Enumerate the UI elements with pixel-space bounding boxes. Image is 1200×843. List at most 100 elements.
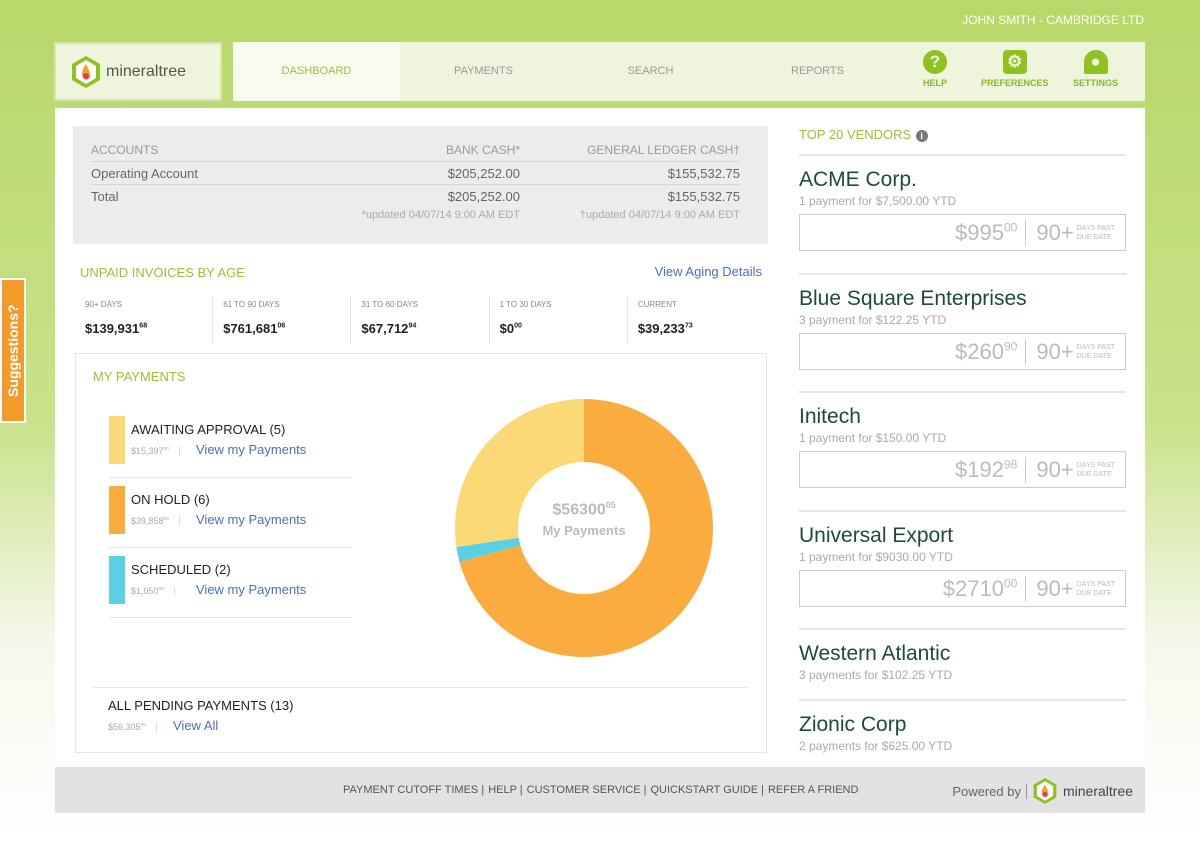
- vendor-divider: [799, 510, 1126, 512]
- vendor-item[interactable]: Western Atlantic 3 payments for $102.25 Y…: [799, 642, 1126, 682]
- vendor-due-box: $19298 90+ DAYS PAST DUE DATE: [799, 451, 1126, 488]
- vendor-item[interactable]: Blue Square Enterprises 3 payment for $12…: [799, 287, 1126, 370]
- info-icon[interactable]: i: [915, 130, 928, 142]
- cents: 00: [1003, 220, 1018, 235]
- all-pending: ALL PENDING PAYMENTS (13) $56,30505 View…: [93, 687, 748, 733]
- help-button[interactable]: ? HELP: [923, 50, 947, 88]
- preferences-label: PREFERENCES: [981, 78, 1049, 88]
- footer-link[interactable]: QUICKSTART GUIDE |: [650, 784, 764, 796]
- accounts-header: ACCOUNTS BANK CASH* GENERAL LEDGER CASH†: [91, 139, 740, 162]
- payment-status-item: ON HOLD (6) $39,85805 View my Payments: [109, 478, 352, 548]
- days-label: DAYS PAST DUE DATE: [1077, 224, 1115, 242]
- aging-item: 31 TO 60 DAYS $67,71294: [351, 296, 490, 344]
- days-label-1: DAYS PAST: [1076, 461, 1115, 469]
- vendors-title: TOP 20 VENDORS: [799, 127, 912, 142]
- view-my-payments-link[interactable]: View my Payments: [196, 582, 306, 597]
- footer-link[interactable]: HELP |: [488, 784, 522, 796]
- preferences-button[interactable]: ⚙ PREFERENCES: [981, 50, 1049, 88]
- view-my-payments-link[interactable]: View my Payments: [196, 512, 306, 527]
- powered-by: Powered by mineraltree: [952, 777, 1133, 805]
- col-bank-cash: BANK CASH*: [445, 143, 520, 157]
- view-all-link[interactable]: View All: [173, 718, 218, 733]
- vendor-ytd: 1 payment for $9030.00 YTD: [799, 550, 953, 564]
- vendor-item[interactable]: ACME Corp. 1 payment for $7,500.00 YTD $99…: [799, 168, 1126, 251]
- aging-label: CURRENT: [637, 300, 677, 309]
- nav-dashboard[interactable]: DASHBOARD: [233, 42, 400, 101]
- footer-link[interactable]: PAYMENT CUTOFF TIMES |: [343, 784, 484, 796]
- aging-item: 1 TO 30 DAYS $000: [490, 296, 628, 344]
- settings-label: SETTINGS: [1073, 78, 1119, 88]
- nav-payments[interactable]: PAYMENTS: [400, 42, 567, 101]
- nav-search[interactable]: SEARCH: [567, 42, 734, 101]
- amount: $761,681: [223, 321, 278, 336]
- gl-updated: †updated 04/07/14 9:00 AM EDT: [579, 209, 740, 221]
- nav-reports[interactable]: REPORTS: [734, 42, 901, 101]
- view-my-payments-link[interactable]: View my Payments: [196, 442, 306, 457]
- status-title: ON HOLD (6): [131, 492, 210, 507]
- donut-total: $5630005: [552, 500, 616, 519]
- powered-by-label: Powered by: [952, 783, 1027, 799]
- aging-value: $000: [500, 321, 627, 336]
- footer-link[interactable]: CUSTOMER SERVICE |: [527, 784, 647, 796]
- aging-summary: 90+ DAYS $139,93168 61 TO 90 DAYS $761,6810…: [75, 296, 765, 344]
- amount: $192: [955, 456, 1004, 482]
- vendor-ytd: 3 payments for $102.25 YTD: [799, 668, 953, 682]
- days-label-1: DAYS PAST: [1076, 343, 1115, 351]
- vendor-name: Zionic Corp: [799, 713, 907, 736]
- payment-status-item: AWAITING APPROVAL (5) $15,39700 View my Pa…: [109, 408, 352, 478]
- cents: 90: [1003, 339, 1018, 354]
- days-label: DAYS PAST DUE DATE: [1077, 580, 1115, 598]
- days-label-1: DAYS PAST: [1076, 224, 1115, 232]
- aging-label: 61 TO 90 DAYS: [223, 300, 280, 309]
- due-amount: $99500: [955, 219, 1027, 246]
- col-accounts: ACCOUNTS: [91, 143, 159, 157]
- suggestions-tab[interactable]: Suggestions?: [0, 278, 26, 423]
- mineraltree-logo-icon: [1033, 778, 1057, 804]
- amount: $39,858: [131, 516, 164, 526]
- vendor-divider: [799, 273, 1126, 275]
- logo[interactable]: mineraltree: [54, 42, 222, 101]
- days-past-due: 90+: [1036, 219, 1074, 245]
- amount: $15,397: [131, 446, 164, 456]
- vendor-item[interactable]: Zionic Corp 2 payments for $625.00 YTD: [799, 713, 1126, 753]
- user-account[interactable]: JOHN SMITH - CAMBRIDGE LTD: [962, 13, 1144, 27]
- vendor-item[interactable]: Initech 1 payment for $150.00 YTD $19298 90…: [799, 405, 1126, 488]
- vendor-due-box: $99500 90+ DAYS PAST DUE DATE: [799, 214, 1126, 251]
- account-name: Operating Account: [91, 165, 198, 181]
- vendor-divider: [799, 699, 1126, 701]
- view-aging-details-link[interactable]: View Aging Details: [655, 264, 762, 279]
- donut-label: My Payments: [542, 523, 626, 539]
- payment-status-item: SCHEDULED (2) $1,05000 View my Payments: [109, 548, 352, 618]
- days-past-due: 90+: [1036, 575, 1074, 601]
- aging-value: $67,71294: [361, 321, 488, 336]
- days-past-due: 90+: [1036, 338, 1074, 364]
- cents: 68: [139, 321, 148, 330]
- aging-item: 61 TO 90 DAYS $761,68106: [213, 296, 352, 344]
- days-label-2: DUE DATE: [1076, 589, 1112, 597]
- vendor-item[interactable]: Universal Export 1 payment for $9030.00 Y…: [799, 524, 1126, 607]
- bank-cash: $205,252.00: [447, 165, 520, 181]
- cents: 94: [408, 321, 417, 330]
- gear-icon: ⚙: [1002, 50, 1027, 74]
- cents: 05: [163, 517, 170, 522]
- table-row: Operating Account $205,252.00 $155,532.75: [91, 162, 740, 185]
- vendor-divider: [799, 154, 1126, 156]
- cents: 73: [684, 321, 693, 330]
- settings-button[interactable]: ● SETTINGS: [1073, 50, 1118, 88]
- vendor-due-box: $271000 90+ DAYS PAST DUE DATE: [799, 570, 1126, 607]
- status-title: SCHEDULED (2): [131, 562, 231, 577]
- mineraltree-logo-icon: [72, 55, 100, 88]
- status-title: AWAITING APPROVAL (5): [131, 422, 286, 437]
- aging-title: UNPAID INVOICES BY AGE: [80, 265, 245, 280]
- due-amount: $271000: [943, 575, 1027, 602]
- my-payments-title: MY PAYMENTS: [93, 369, 186, 384]
- vendors-header: TOP 20 VENDORS i: [799, 126, 928, 144]
- all-pending-title: ALL PENDING PAYMENTS (13): [108, 698, 294, 713]
- status-amount: $39,85805: [131, 516, 181, 526]
- status-amount: $1,05000: [131, 586, 176, 596]
- footer-link[interactable]: REFER A FRIEND: [768, 784, 858, 796]
- vendor-divider: [799, 391, 1126, 393]
- aging-label: 90+ DAYS: [85, 300, 122, 309]
- table-row: Total $205,252.00 $155,532.75: [91, 185, 740, 208]
- cents: 98: [1003, 457, 1018, 472]
